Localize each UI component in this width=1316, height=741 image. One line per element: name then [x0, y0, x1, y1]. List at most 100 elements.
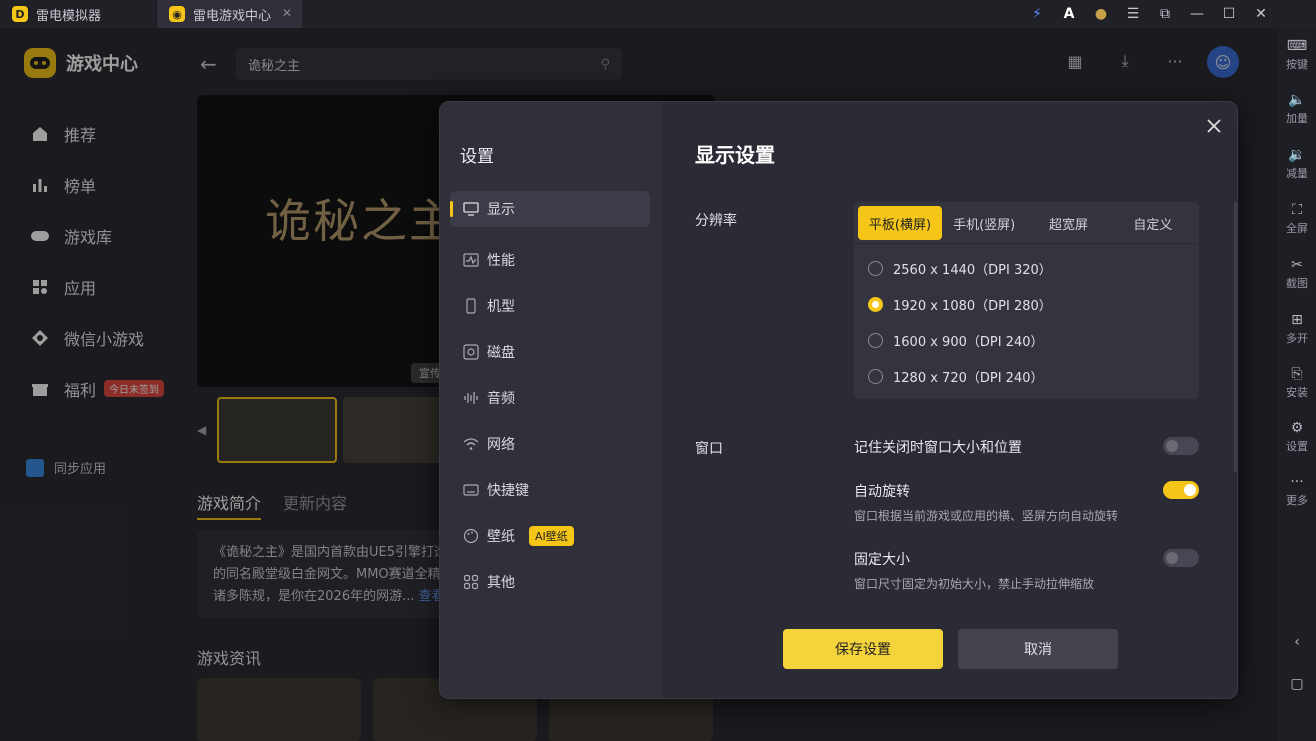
volume-down-icon: 🔉	[1288, 147, 1306, 163]
settings-item-device[interactable]: 机型	[450, 283, 650, 329]
window-option-auto-rotate: 自动旋转 窗口根据当前游戏或应用的横、竖屏方向自动旋转	[854, 481, 1199, 524]
settings-item-label: 网络	[487, 437, 515, 453]
disk-icon	[463, 344, 479, 360]
settings-item-label: 显示	[487, 202, 515, 218]
divider	[854, 243, 1199, 244]
display-settings-panel: 显示设置 分辨率 平板(横屏) 手机(竖屏) 超宽屏 自定义 2560 x 14…	[661, 102, 1237, 698]
tab-phone-portrait[interactable]: 手机(竖屏)	[942, 206, 1026, 240]
option-description: 窗口尺寸固定为初始大小，禁止手动拉伸缩放	[854, 577, 1095, 591]
resolution-option[interactable]: 1280 x 720（DPI 240）	[868, 367, 1043, 386]
install-icon: ⎘	[1291, 366, 1303, 382]
settings-menu: 显示 性能 机型 磁盘 音频 网络 快捷键 壁纸 AI壁纸 其他	[450, 191, 650, 605]
scissors-icon: ✂	[1291, 257, 1303, 273]
option-label: 记住关闭时窗口大小和位置	[854, 440, 1022, 456]
option-label: 自动旋转	[854, 484, 910, 500]
window-tab-bar: D 雷电模拟器 ◉ 雷电游戏中心 ✕ ⚡ A ● ☰ ⧉ — ☐ ✕	[0, 0, 1316, 28]
radio-button[interactable]	[868, 369, 883, 384]
settings-dialog: 设置 显示 性能 机型 磁盘 音频 网络 快捷键 壁纸 AI壁纸 其他 显示设置…	[439, 101, 1238, 699]
scrollbar[interactable]	[1234, 202, 1237, 472]
toolbar-keymap[interactable]: ⌨ 按键	[1278, 38, 1316, 72]
radio-button[interactable]	[868, 333, 883, 348]
settings-sidebar: 设置 显示 性能 机型 磁盘 音频 网络 快捷键 壁纸 AI壁纸 其他	[440, 102, 661, 698]
close-icon	[1207, 119, 1221, 133]
palette-icon	[463, 528, 479, 544]
maximize-icon[interactable]: ☐	[1220, 6, 1238, 22]
settings-item-audio[interactable]: 音频	[450, 375, 650, 421]
toolbar-settings[interactable]: ⚙ 设置	[1278, 420, 1316, 454]
keyboard-icon	[463, 482, 479, 498]
resolution-option-label: 2560 x 1440（DPI 320）	[893, 263, 1052, 278]
resolution-option-label: 1600 x 900（DPI 240）	[893, 335, 1044, 350]
menu-icon[interactable]: ☰	[1124, 6, 1142, 22]
settings-item-label: 壁纸	[487, 529, 515, 545]
radio-button-selected[interactable]	[868, 297, 883, 312]
settings-item-performance[interactable]: 性能	[450, 237, 650, 283]
emulator-toolbar: ⌨ 按键 🔈 加量 🔉 减量 ⛶ 全屏 ✂ 截图 ⊞ 多开 ⎘ 安装 ⚙ 设置 ··· 更多 ‹ …	[1278, 28, 1316, 741]
keyboard-icon: ⌨	[1286, 38, 1308, 54]
tab-label: 雷电游戏中心	[193, 8, 272, 24]
ai-icon[interactable]: A	[1060, 6, 1078, 22]
save-settings-button[interactable]: 保存设置	[783, 629, 943, 669]
resolution-option[interactable]: 1920 x 1080（DPI 280）	[868, 295, 1052, 314]
toolbar-more[interactable]: ··· 更多	[1278, 474, 1316, 508]
toolbar-screenshot[interactable]: ✂ 截图	[1278, 257, 1316, 291]
audio-icon	[463, 390, 479, 406]
toggle-remember-size[interactable]	[1163, 437, 1199, 455]
settings-item-other[interactable]: 其他	[450, 559, 650, 605]
settings-item-display[interactable]: 显示	[450, 191, 650, 227]
window-option-remember-size: 记住关闭时窗口大小和位置	[854, 437, 1199, 457]
settings-item-network[interactable]: 网络	[450, 421, 650, 467]
tab-ultrawide[interactable]: 超宽屏	[1026, 206, 1110, 240]
cancel-button[interactable]: 取消	[958, 629, 1118, 669]
window-controls: ⚡ A ● ☰ ⧉ — ☐ ✕	[1028, 0, 1270, 28]
tab-close-icon[interactable]: ✕	[282, 6, 292, 20]
user-icon[interactable]: ●	[1092, 6, 1110, 22]
phone-icon	[463, 298, 479, 314]
performance-icon	[463, 252, 479, 268]
popout-icon[interactable]: ⧉	[1156, 6, 1174, 22]
radio-button[interactable]	[868, 261, 883, 276]
settings-item-disk[interactable]: 磁盘	[450, 329, 650, 375]
toolbar-fullscreen[interactable]: ⛶ 全屏	[1278, 202, 1316, 236]
tab-emulator[interactable]: D 雷电模拟器	[0, 0, 156, 28]
tab-game-center[interactable]: ◉ 雷电游戏中心 ✕	[156, 0, 302, 28]
settings-icon: ⚙	[1290, 420, 1304, 436]
tab-tablet-landscape[interactable]: 平板(横屏)	[858, 206, 942, 240]
resolution-option[interactable]: 1600 x 900（DPI 240）	[868, 331, 1043, 350]
settings-item-shortcuts[interactable]: 快捷键	[450, 467, 650, 513]
toolbar-install[interactable]: ⎘ 安装	[1278, 366, 1316, 400]
back-icon[interactable]: ‹	[1278, 634, 1316, 652]
settings-item-label: 快捷键	[487, 483, 529, 499]
volume-up-icon: 🔈	[1288, 92, 1306, 108]
option-label: 固定大小	[854, 552, 910, 568]
close-icon[interactable]: ✕	[1252, 6, 1270, 22]
close-dialog-button[interactable]	[1203, 115, 1225, 137]
resolution-option-label: 1920 x 1080（DPI 280）	[893, 299, 1052, 314]
resolution-option[interactable]: 2560 x 1440（DPI 320）	[868, 259, 1052, 278]
tab-label: 雷电模拟器	[36, 8, 102, 24]
tab-custom[interactable]: 自定义	[1111, 206, 1195, 240]
minimize-icon[interactable]: —	[1188, 6, 1206, 22]
settings-item-label: 其他	[487, 575, 515, 591]
toolbar-multi[interactable]: ⊞ 多开	[1278, 312, 1316, 346]
settings-item-label: 性能	[487, 253, 515, 269]
settings-title: 设置	[460, 147, 494, 167]
home-square-icon[interactable]: ▢	[1278, 676, 1316, 694]
resolution-mode-tabs: 平板(横屏) 手机(竖屏) 超宽屏 自定义	[858, 206, 1195, 240]
panel-title: 显示设置	[695, 143, 775, 167]
settings-item-wallpaper[interactable]: 壁纸 AI壁纸	[450, 513, 650, 559]
grid-icon	[463, 574, 479, 590]
window-option-fixed-size: 固定大小 窗口尺寸固定为初始大小，禁止手动拉伸缩放	[854, 549, 1199, 592]
more-icon: ···	[1290, 474, 1304, 490]
toggle-fixed-size[interactable]	[1163, 549, 1199, 567]
window-label: 窗口	[695, 441, 723, 457]
toolbar-volume-up[interactable]: 🔈 加量	[1278, 92, 1316, 126]
game-center-logo-icon: ◉	[169, 6, 185, 22]
resolution-box: 平板(横屏) 手机(竖屏) 超宽屏 自定义 2560 x 1440（DPI 32…	[854, 202, 1199, 399]
bolt-icon[interactable]: ⚡	[1028, 6, 1046, 22]
toolbar-volume-down[interactable]: 🔉 减量	[1278, 147, 1316, 181]
toggle-auto-rotate[interactable]	[1163, 481, 1199, 499]
wifi-icon	[463, 436, 479, 452]
emulator-logo-icon: D	[12, 6, 28, 22]
option-description: 窗口根据当前游戏或应用的横、竖屏方向自动旋转	[854, 509, 1119, 523]
